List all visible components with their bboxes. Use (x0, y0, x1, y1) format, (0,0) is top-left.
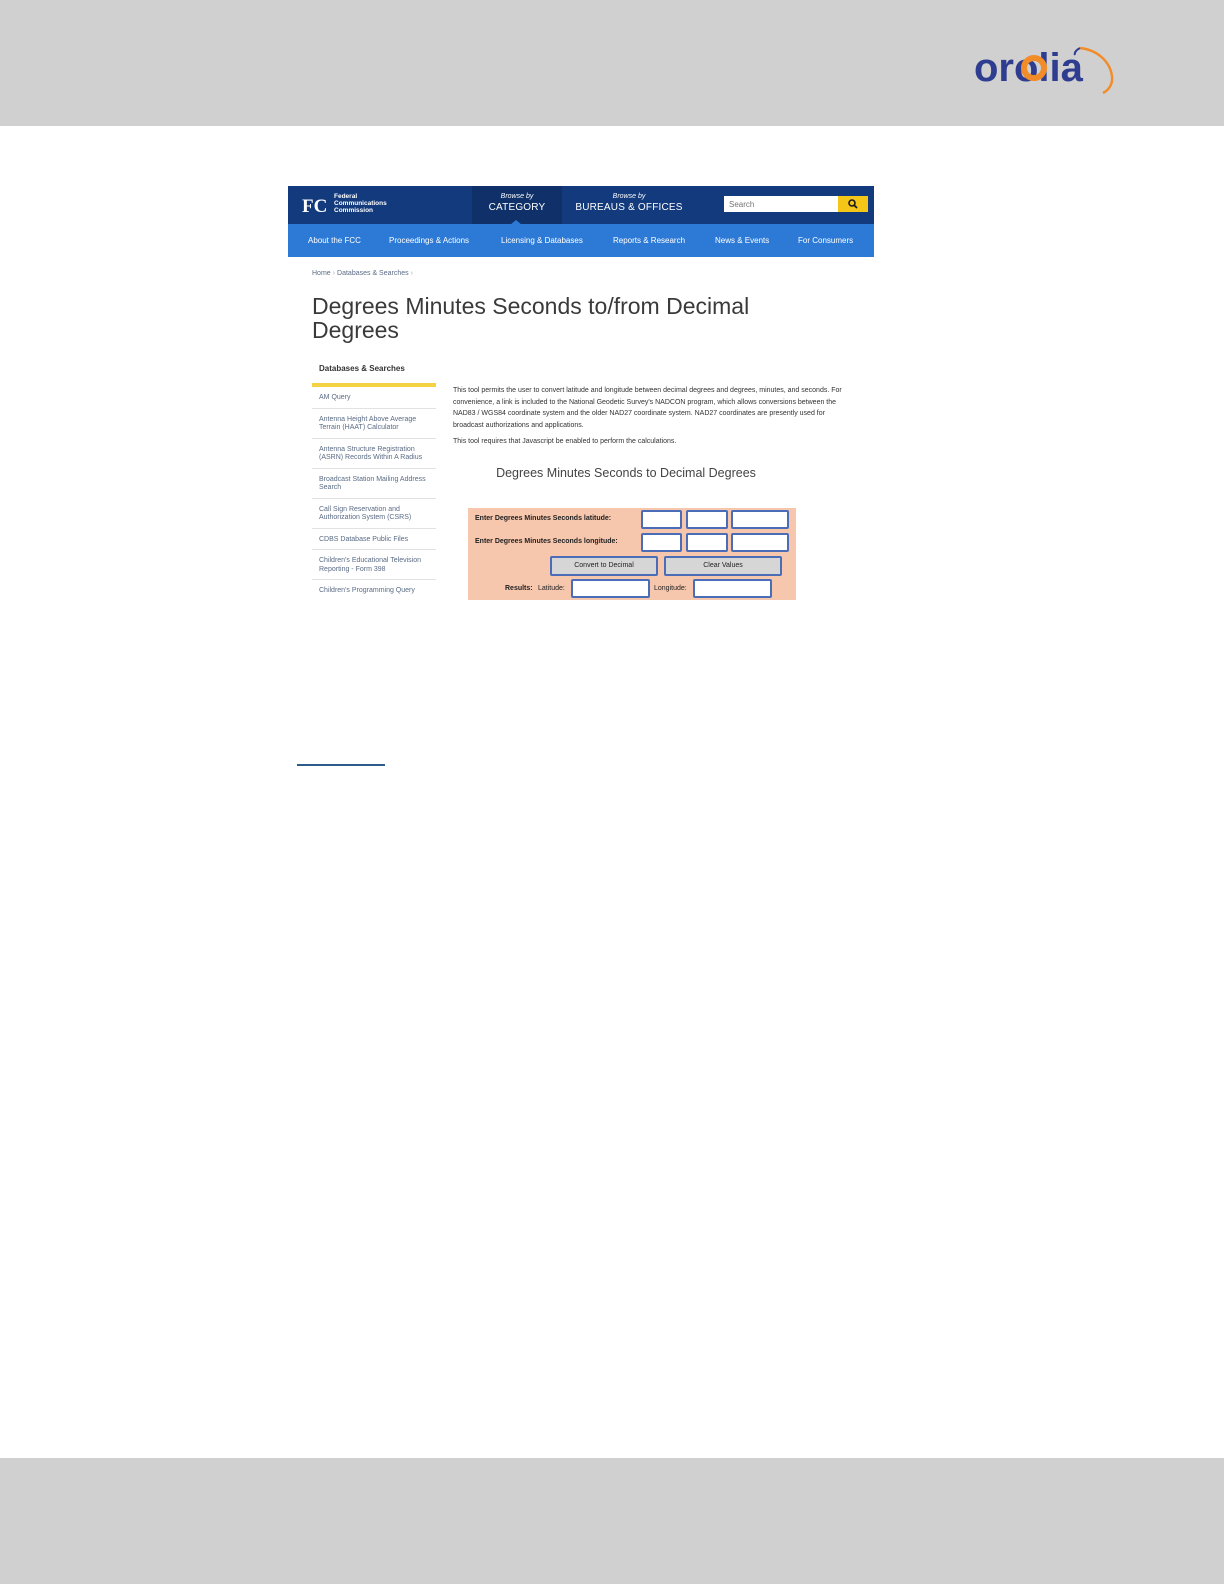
results-label: Results: (505, 585, 533, 592)
latitude-input-label: Enter Degrees Minutes Seconds latitude: (475, 515, 612, 522)
magnifier-icon (848, 199, 858, 209)
result-latitude-field[interactable] (571, 579, 650, 598)
fcc-search-button[interactable] (838, 196, 868, 212)
breadcrumb: Home › Databases & Searches › (312, 270, 415, 277)
breadcrumb-home[interactable]: Home (312, 270, 331, 277)
orolia-logo-text: orolia (974, 46, 1084, 90)
browse-bureaus-big: BUREAUS & OFFICES (575, 202, 683, 213)
breadcrumb-current[interactable]: Databases & Searches (337, 270, 409, 277)
sidebar-heading: Databases & Searches (312, 364, 436, 387)
sidebar-item[interactable]: CDBS Database Public Files (312, 529, 436, 550)
lon-minutes-input[interactable] (686, 533, 728, 552)
lat-minutes-input[interactable] (686, 510, 728, 529)
sidebar-item[interactable]: Antenna Height Above Average Terrain (HA… (312, 409, 436, 439)
nav-proceedings[interactable]: Proceedings & Actions (389, 236, 469, 245)
sidebar-item[interactable]: Children's Programming Query (312, 580, 436, 600)
orolia-logo: orolia (974, 46, 1114, 95)
result-longitude-label: Longitude: (654, 585, 687, 592)
sidebar-item[interactable]: Call Sign Reservation and Authorization … (312, 499, 436, 529)
lon-degrees-input[interactable] (641, 533, 682, 552)
browse-category-big: CATEGORY (488, 202, 546, 213)
javascript-note: This tool requires that Javascript be en… (453, 438, 677, 445)
browse-by-bureaus[interactable]: Browse by BUREAUS & OFFICES (566, 186, 692, 224)
sidebar: Databases & Searches AM Query Antenna He… (312, 364, 436, 600)
lon-seconds-input[interactable] (731, 533, 789, 552)
nav-consumers[interactable]: For Consumers (798, 236, 853, 245)
fcc-screenshot: FCC Federal Communications Commission Br… (288, 186, 874, 600)
result-latitude-label: Latitude: (538, 585, 565, 592)
nav-reports[interactable]: Reports & Research (613, 236, 685, 245)
nav-licensing[interactable]: Licensing & Databases (501, 236, 583, 245)
section-rule (297, 764, 385, 766)
clear-values-button[interactable]: Clear Values (664, 556, 782, 576)
sidebar-item[interactable]: Antenna Structure Registration (ASRN) Re… (312, 439, 436, 469)
sidebar-item[interactable]: Broadcast Station Mailing Address Search (312, 469, 436, 499)
browse-bureaus-small: Browse by (612, 193, 646, 200)
browse-by-category[interactable]: Browse by CATEGORY (472, 186, 562, 224)
breadcrumb-separator: › (332, 270, 336, 277)
fcc-agency-name: Federal Communications Commission (334, 193, 387, 214)
page-title: Degrees Minutes Seconds to/from Decimal … (312, 293, 750, 343)
result-longitude-field[interactable] (693, 579, 772, 598)
sidebar-item[interactable]: Children's Educational Television Report… (312, 550, 436, 580)
svg-text:FCC: FCC (302, 196, 328, 217)
fcc-search-input[interactable] (724, 196, 838, 212)
page-header-band: orolia (0, 0, 1224, 126)
converter-form: Enter Degrees Minutes Seconds latitude: … (468, 508, 796, 600)
fcc-main-nav: About the FCC Proceedings & Actions Lice… (288, 224, 874, 257)
lat-degrees-input[interactable] (641, 510, 682, 529)
converter-title: Degrees Minutes Seconds to Decimal Degre… (496, 466, 756, 480)
nav-about[interactable]: About the FCC (308, 236, 361, 245)
intro-paragraph: This tool permits the user to convert la… (453, 387, 842, 429)
fcc-top-bar: FCC Federal Communications Commission Br… (288, 186, 874, 224)
fcc-seal-icon: FCC (302, 196, 328, 217)
lat-seconds-input[interactable] (731, 510, 789, 529)
browse-category-small: Browse by (500, 193, 534, 200)
sidebar-item[interactable]: AM Query (312, 387, 436, 409)
page-footer-band (0, 1458, 1224, 1584)
longitude-input-label: Enter Degrees Minutes Seconds longitude: (475, 538, 618, 545)
nav-news[interactable]: News & Events (715, 236, 769, 245)
breadcrumb-separator-trailing: › (410, 270, 413, 277)
convert-to-decimal-button[interactable]: Convert to Decimal (550, 556, 658, 576)
